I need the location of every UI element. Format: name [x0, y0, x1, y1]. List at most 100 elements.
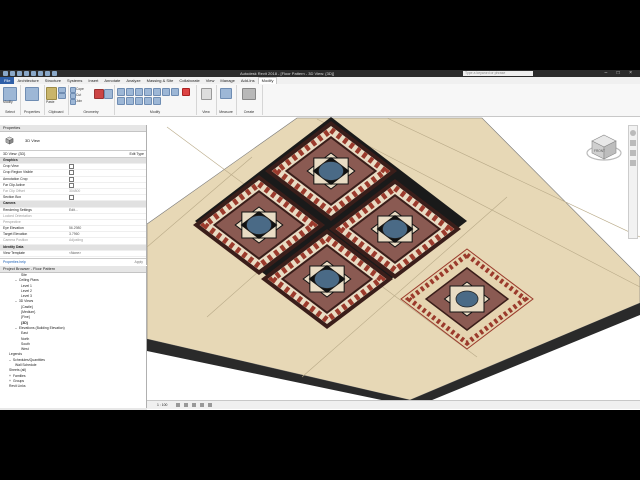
- property-checkbox[interactable]: [69, 182, 74, 188]
- browser-item-label[interactable]: {Castle}: [21, 305, 33, 309]
- help-search-input[interactable]: Type a keyword or phrase: [463, 71, 533, 76]
- property-value[interactable]: [67, 195, 146, 201]
- delete-icon[interactable]: [182, 88, 190, 96]
- scale-icon[interactable]: [153, 97, 161, 105]
- steering-wheel-icon[interactable]: [630, 130, 636, 136]
- tab-add-ins[interactable]: Add-Ins: [238, 77, 258, 84]
- zoom-icon[interactable]: [630, 140, 636, 146]
- browser-item-label[interactable]: Groups: [13, 379, 24, 383]
- browser-item-label[interactable]: Families: [13, 374, 26, 378]
- browser-item-label[interactable]: Level 1: [21, 284, 32, 288]
- browser-item-label[interactable]: North: [21, 337, 29, 341]
- view-cube-face-label[interactable]: FRONT: [594, 149, 605, 153]
- collapse-icon[interactable]: –: [15, 278, 17, 282]
- modify-button-label[interactable]: Modify: [3, 100, 13, 104]
- copy-icon[interactable]: [58, 93, 66, 99]
- align-icon[interactable]: [117, 88, 125, 96]
- tab-systems[interactable]: Systems: [64, 77, 85, 84]
- expand-icon[interactable]: +: [9, 379, 11, 383]
- collapse-icon[interactable]: –: [9, 358, 11, 362]
- mirror-draw-icon[interactable]: [144, 88, 152, 96]
- type-selector[interactable]: 3D View: [0, 132, 146, 151]
- copy-element-icon[interactable]: [126, 97, 134, 105]
- wall-joins-icon[interactable]: [94, 89, 104, 99]
- apply-button[interactable]: Apply: [135, 259, 143, 265]
- tab-massing-site[interactable]: Massing & Site: [144, 77, 177, 84]
- array-icon[interactable]: [144, 97, 152, 105]
- property-checkbox[interactable]: [69, 170, 74, 176]
- property-value[interactable]: [67, 220, 146, 225]
- browser-item-label[interactable]: {Medium}: [21, 310, 35, 314]
- browser-item-label[interactable]: Ceiling Plans: [19, 278, 39, 282]
- detail-level-icon[interactable]: [176, 403, 181, 408]
- sun-path-icon[interactable]: [192, 403, 197, 408]
- orbit-icon[interactable]: [630, 160, 636, 166]
- mirror-icon[interactable]: [135, 88, 143, 96]
- create-group-icon[interactable]: [242, 88, 256, 100]
- property-value[interactable]: [67, 158, 146, 163]
- browser-item-label[interactable]: {Fine}: [21, 315, 30, 319]
- browser-item-label[interactable]: Wall Schedule: [15, 363, 37, 367]
- properties-icon[interactable]: [25, 87, 39, 101]
- view-icon[interactable]: [201, 88, 212, 100]
- paint-icon[interactable]: [104, 89, 113, 99]
- property-value[interactable]: [67, 164, 146, 170]
- tab-analyze[interactable]: Analyze: [123, 77, 143, 84]
- quick-access-toolbar[interactable]: [3, 71, 57, 76]
- property-value[interactable]: [67, 214, 146, 219]
- property-value[interactable]: [67, 176, 146, 182]
- property-checkbox[interactable]: [69, 164, 74, 170]
- property-value[interactable]: Adjusting: [67, 238, 146, 243]
- browser-item-label[interactable]: Revit Links: [9, 384, 26, 388]
- tab-manage[interactable]: Manage: [217, 77, 237, 84]
- save-icon[interactable]: [17, 71, 22, 76]
- property-value[interactable]: [67, 170, 146, 176]
- property-value[interactable]: Edit...: [67, 208, 146, 213]
- modify-select-icon[interactable]: [3, 87, 17, 101]
- browser-item-label[interactable]: Legends: [9, 352, 22, 356]
- property-value[interactable]: 304800: [67, 189, 146, 194]
- tab-modify[interactable]: Modify: [257, 77, 278, 84]
- browser-item-label[interactable]: Level 2: [21, 289, 32, 293]
- measure-tool-icon[interactable]: [220, 88, 232, 99]
- visual-style-icon[interactable]: [184, 403, 189, 408]
- paste-icon[interactable]: [46, 87, 57, 100]
- collapse-icon[interactable]: –: [15, 299, 17, 303]
- tab-structure[interactable]: Structure: [42, 77, 64, 84]
- view-cube[interactable]: FRONT: [584, 129, 624, 169]
- trim-icon[interactable]: [162, 88, 170, 96]
- print-icon[interactable]: [38, 71, 43, 76]
- edit-type-button[interactable]: Edit Type: [129, 151, 144, 157]
- browser-item-label[interactable]: Site: [21, 273, 27, 277]
- tab-insert[interactable]: Insert: [85, 77, 101, 84]
- browser-item-label[interactable]: Elevations (Building Elevation): [19, 326, 65, 330]
- property-row[interactable]: View Template <None>: [0, 251, 146, 257]
- browser-item-label[interactable]: East: [21, 331, 28, 335]
- 3d-view-icon[interactable]: [52, 71, 57, 76]
- pin-icon[interactable]: [171, 88, 179, 96]
- browser-item-label[interactable]: South: [21, 342, 30, 346]
- pan-icon[interactable]: [630, 150, 636, 156]
- split-icon[interactable]: [153, 88, 161, 96]
- property-value[interactable]: [67, 182, 146, 188]
- shadows-icon[interactable]: [200, 403, 205, 408]
- undo-icon[interactable]: [24, 71, 29, 76]
- open-icon[interactable]: [10, 71, 15, 76]
- tab-collaborate[interactable]: Collaborate: [176, 77, 202, 84]
- browser-item-label[interactable]: {3D}: [21, 321, 28, 325]
- browser-item-label[interactable]: Level 3: [21, 294, 32, 298]
- browser-item-label[interactable]: 3D Views: [19, 299, 33, 303]
- rotate-icon[interactable]: [135, 97, 143, 105]
- paste-label[interactable]: Paste: [46, 100, 54, 104]
- tab-view[interactable]: View: [203, 77, 218, 84]
- 3d-viewport[interactable]: FRONT: [147, 117, 640, 400]
- browser-item-label[interactable]: Sheets (all): [9, 368, 26, 372]
- property-checkbox[interactable]: [69, 176, 74, 182]
- offset-icon[interactable]: [126, 88, 134, 96]
- browser-item-label[interactable]: Schedules/Quantities: [13, 358, 45, 362]
- view-scale[interactable]: 1 : 100: [157, 403, 167, 407]
- redo-icon[interactable]: [31, 71, 36, 76]
- measure-icon[interactable]: [45, 71, 50, 76]
- tab-annotate[interactable]: Annotate: [101, 77, 123, 84]
- tab-architecture[interactable]: Architecture: [14, 77, 41, 84]
